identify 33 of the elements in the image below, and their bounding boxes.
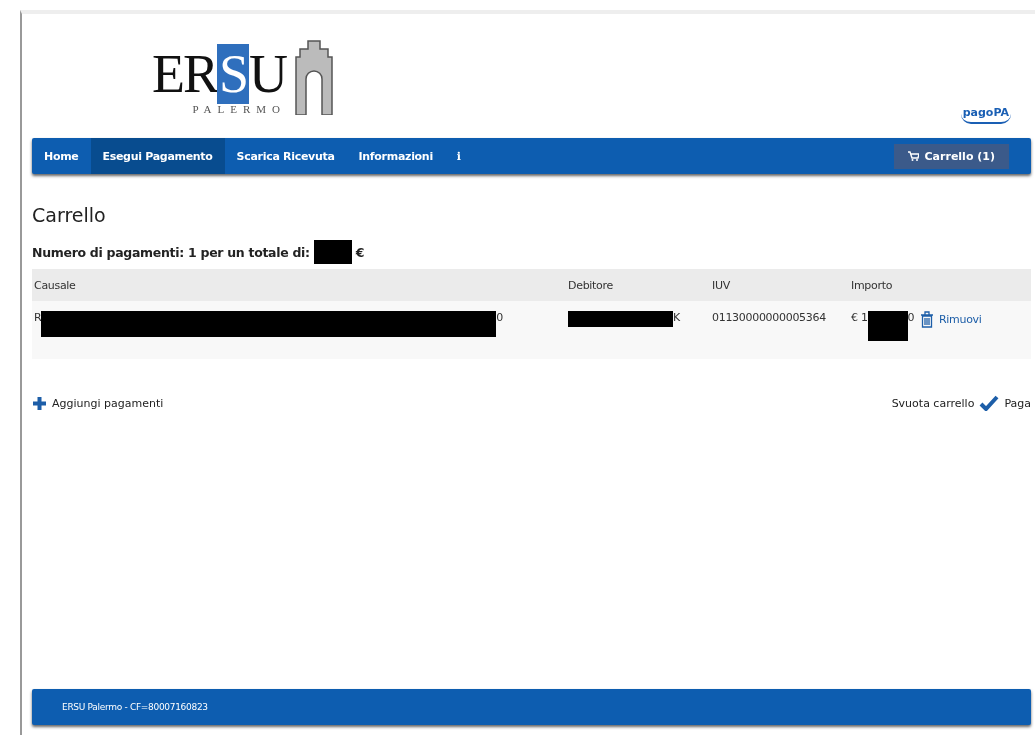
column-header: Debitore — [568, 278, 613, 292]
remove-link[interactable]: Rimuovi — [920, 311, 982, 328]
partner-logo: pagoPA — [960, 106, 1011, 124]
cart-icon — [907, 151, 919, 161]
nav-tab[interactable]: Scarica Ricevuta — [224, 138, 347, 174]
clear-cart-link[interactable]: Svuota carrello — [891, 396, 975, 410]
table-cell: 01130000000005364 — [712, 311, 826, 324]
checkmark-icon — [979, 395, 1000, 411]
summary-text: Numero di pagamenti: 1 per un totale di: — [32, 244, 310, 260]
nav-tab[interactable]: Esegui Pagamento — [90, 138, 225, 174]
trash-icon — [920, 311, 934, 328]
footer-text: ERSU Palermo - CF=80007160823 — [62, 702, 208, 712]
add-payments-link[interactable]: Aggiungi pagamenti — [32, 395, 164, 411]
cart-button[interactable]: Carrello (1) — [893, 143, 1009, 169]
redaction-block — [867, 311, 908, 341]
page-title: Carrello — [32, 204, 107, 226]
logo-wordmark: ERSU — [152, 47, 287, 101]
table-cell: K — [673, 311, 680, 324]
currency-symbol: € — [355, 244, 365, 260]
plus-icon — [32, 395, 47, 411]
pay-link[interactable]: Paga — [979, 395, 1031, 411]
column-header: Importo — [851, 278, 893, 292]
column-header: IUV — [712, 278, 730, 292]
table-cell: R — [34, 311, 42, 324]
table-cell: 0 — [496, 311, 504, 324]
logo-city: PALERMO — [191, 103, 287, 115]
nav-tab[interactable]: ℹ — [444, 138, 473, 174]
table-cell: € 1 — [851, 311, 868, 324]
column-header: Causale — [34, 278, 76, 292]
table-cell: 0 — [907, 311, 915, 324]
nav-tab[interactable]: Informazioni — [346, 138, 445, 174]
redaction-block — [313, 240, 352, 264]
nav-tab[interactable]: Home — [32, 138, 91, 174]
